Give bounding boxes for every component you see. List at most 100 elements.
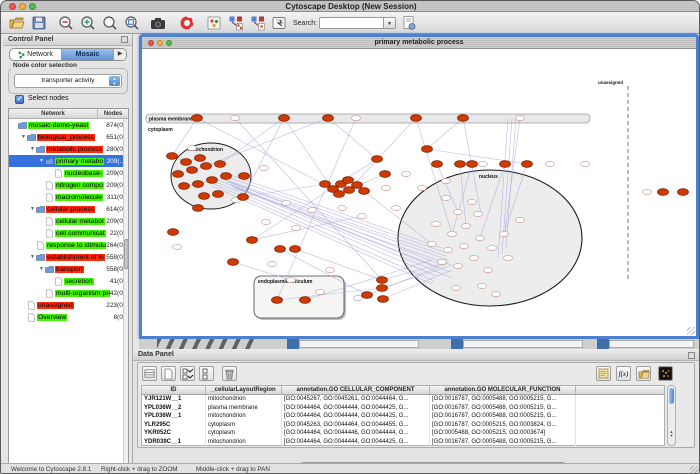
gene-node-small[interactable] bbox=[516, 217, 525, 222]
gene-node[interactable] bbox=[215, 161, 226, 168]
gene-node[interactable] bbox=[359, 188, 370, 195]
edge[interactable] bbox=[295, 249, 382, 280]
tree-header[interactable]: Network Nodes bbox=[9, 109, 128, 119]
gene-node-small[interactable] bbox=[382, 185, 391, 190]
gene-node-small[interactable] bbox=[418, 185, 427, 190]
table-row[interactable]: YLR295Ccytoplasm[GO:0045263, GO:0044464,… bbox=[142, 421, 664, 430]
table-row[interactable]: YKR052Ccytoplasm[GO:0044464, GO:0044446,… bbox=[142, 429, 664, 438]
col-cellular-component[interactable]: annotation.GO CELLULAR_COMPONENT bbox=[282, 386, 430, 394]
gene-node[interactable] bbox=[168, 229, 179, 236]
gene-node[interactable] bbox=[323, 115, 334, 122]
gene-node-small[interactable] bbox=[444, 247, 453, 252]
gene-node[interactable] bbox=[290, 246, 301, 253]
gene-node[interactable] bbox=[213, 191, 224, 198]
gene-node-small[interactable] bbox=[432, 221, 441, 226]
gene-node-small[interactable] bbox=[262, 219, 271, 224]
tree-row[interactable]: unassigned223(0) bbox=[9, 299, 128, 311]
tree-row[interactable]: nucleobase-209(0) bbox=[9, 167, 128, 179]
gene-node[interactable] bbox=[193, 181, 204, 188]
gene-node[interactable] bbox=[238, 194, 249, 201]
delete-attribute-icon[interactable] bbox=[222, 366, 237, 381]
attribute-table[interactable]: ID _cellularLayoutRegion annotation.GO C… bbox=[141, 385, 665, 446]
gene-node-small[interactable] bbox=[402, 171, 411, 176]
tree-row[interactable]: response to stimulu264(0) bbox=[9, 239, 128, 251]
gene-node-small[interactable] bbox=[438, 259, 447, 264]
gene-node-small[interactable] bbox=[516, 115, 525, 120]
tree-row[interactable]: macromolecule311(0) bbox=[9, 191, 128, 203]
gene-node-small[interactable] bbox=[462, 223, 471, 228]
gene-node[interactable] bbox=[275, 246, 286, 253]
gene-node[interactable] bbox=[272, 297, 283, 304]
gene-node-small[interactable] bbox=[448, 231, 457, 236]
search-input[interactable] bbox=[319, 17, 383, 29]
tab-network[interactable]: Network bbox=[10, 49, 62, 60]
new-attribute-icon[interactable] bbox=[161, 366, 176, 381]
gene-node[interactable] bbox=[187, 167, 198, 174]
gene-node[interactable] bbox=[658, 189, 669, 196]
gene-node-small[interactable] bbox=[338, 205, 347, 210]
select-nodes-checkbox[interactable]: ✓ bbox=[15, 95, 24, 104]
tree-row[interactable]: ▼primary metabo209(... bbox=[9, 155, 128, 167]
gene-node[interactable] bbox=[192, 115, 203, 122]
col-molecular-function[interactable]: annotation.GO MOLECULAR_FUNCTION bbox=[430, 386, 576, 394]
edge[interactable] bbox=[206, 118, 328, 166]
zoom-window-icon[interactable] bbox=[29, 3, 36, 10]
network-canvas[interactable]: plasma membranecytoplasmmitochondrionnuc… bbox=[142, 49, 696, 336]
tree-row[interactable]: cellular metabol209(0) bbox=[9, 215, 128, 227]
gene-node-small[interactable] bbox=[292, 225, 301, 230]
gene-node[interactable] bbox=[377, 277, 388, 284]
gene-node[interactable] bbox=[422, 146, 433, 153]
zoom-selected-icon[interactable] bbox=[124, 15, 140, 31]
tab-mosaic[interactable]: Mosaic bbox=[62, 49, 114, 60]
table-row[interactable]: YDR039C__1mitochondrion[GO:0044464, GO:0… bbox=[142, 438, 664, 447]
gene-node-small[interactable] bbox=[546, 161, 555, 166]
tree-scrollbar[interactable] bbox=[123, 119, 128, 474]
save-icon[interactable] bbox=[31, 15, 47, 31]
gene-node-small[interactable] bbox=[188, 145, 197, 150]
import-table-icon[interactable] bbox=[250, 15, 266, 31]
gene-node-small[interactable] bbox=[476, 235, 485, 240]
gene-node-small[interactable] bbox=[282, 200, 291, 205]
gene-node[interactable] bbox=[199, 193, 210, 200]
gene-node-small[interactable] bbox=[504, 255, 513, 260]
gene-node[interactable] bbox=[300, 297, 311, 304]
plugin-manager-icon[interactable] bbox=[206, 15, 222, 31]
edge[interactable] bbox=[349, 118, 416, 190]
node-color-dropdown[interactable]: transporter activity ▲▼ bbox=[14, 74, 122, 88]
gene-node-small[interactable] bbox=[479, 161, 488, 166]
gene-node[interactable] bbox=[377, 285, 388, 292]
unselect-attributes-icon[interactable] bbox=[199, 366, 214, 381]
tree-row[interactable]: mosaic-demo-yeast874(0) bbox=[9, 119, 128, 131]
network-graph[interactable]: plasma membranecytoplasmmitochondrionnuc… bbox=[142, 49, 696, 335]
gene-node[interactable] bbox=[372, 156, 383, 163]
edge[interactable] bbox=[243, 184, 325, 197]
tree-row[interactable]: ▼metabolic process280(0) bbox=[9, 143, 128, 155]
gene-node-small[interactable] bbox=[470, 255, 479, 260]
gene-node[interactable] bbox=[179, 183, 190, 190]
zoom-in-icon[interactable] bbox=[80, 15, 96, 31]
import-network-icon[interactable] bbox=[228, 15, 244, 31]
gene-node-small[interactable] bbox=[454, 263, 463, 268]
gene-node-small[interactable] bbox=[173, 244, 182, 249]
gene-node-small[interactable] bbox=[308, 207, 317, 212]
select-attributes-icon[interactable] bbox=[180, 366, 195, 381]
import-attributes-icon[interactable] bbox=[636, 366, 651, 381]
gene-node[interactable] bbox=[167, 153, 178, 160]
tree-row[interactable]: ▼transport558(0) bbox=[9, 263, 128, 275]
gene-node-small[interactable] bbox=[326, 267, 335, 272]
gene-node[interactable] bbox=[195, 155, 206, 162]
gene-node-small[interactable] bbox=[452, 285, 461, 290]
tree-row[interactable]: ▼establishment of lo558(0) bbox=[9, 251, 128, 263]
attribute-table-header[interactable]: ID _cellularLayoutRegion annotation.GO C… bbox=[142, 386, 664, 395]
gene-node[interactable] bbox=[201, 163, 212, 170]
close-network-window-icon[interactable] bbox=[148, 40, 154, 46]
tree-row[interactable]: nitrogen compo209(0) bbox=[9, 179, 128, 191]
open-file-icon[interactable] bbox=[9, 15, 25, 31]
gene-node[interactable] bbox=[411, 115, 422, 122]
gene-node[interactable] bbox=[221, 173, 232, 180]
gene-node-small[interactable] bbox=[488, 245, 497, 250]
gene-node-small[interactable] bbox=[287, 277, 296, 282]
gene-node[interactable] bbox=[228, 259, 239, 266]
search-options-icon[interactable] bbox=[401, 15, 417, 31]
tree-row[interactable]: secretion41(0) bbox=[9, 275, 128, 287]
